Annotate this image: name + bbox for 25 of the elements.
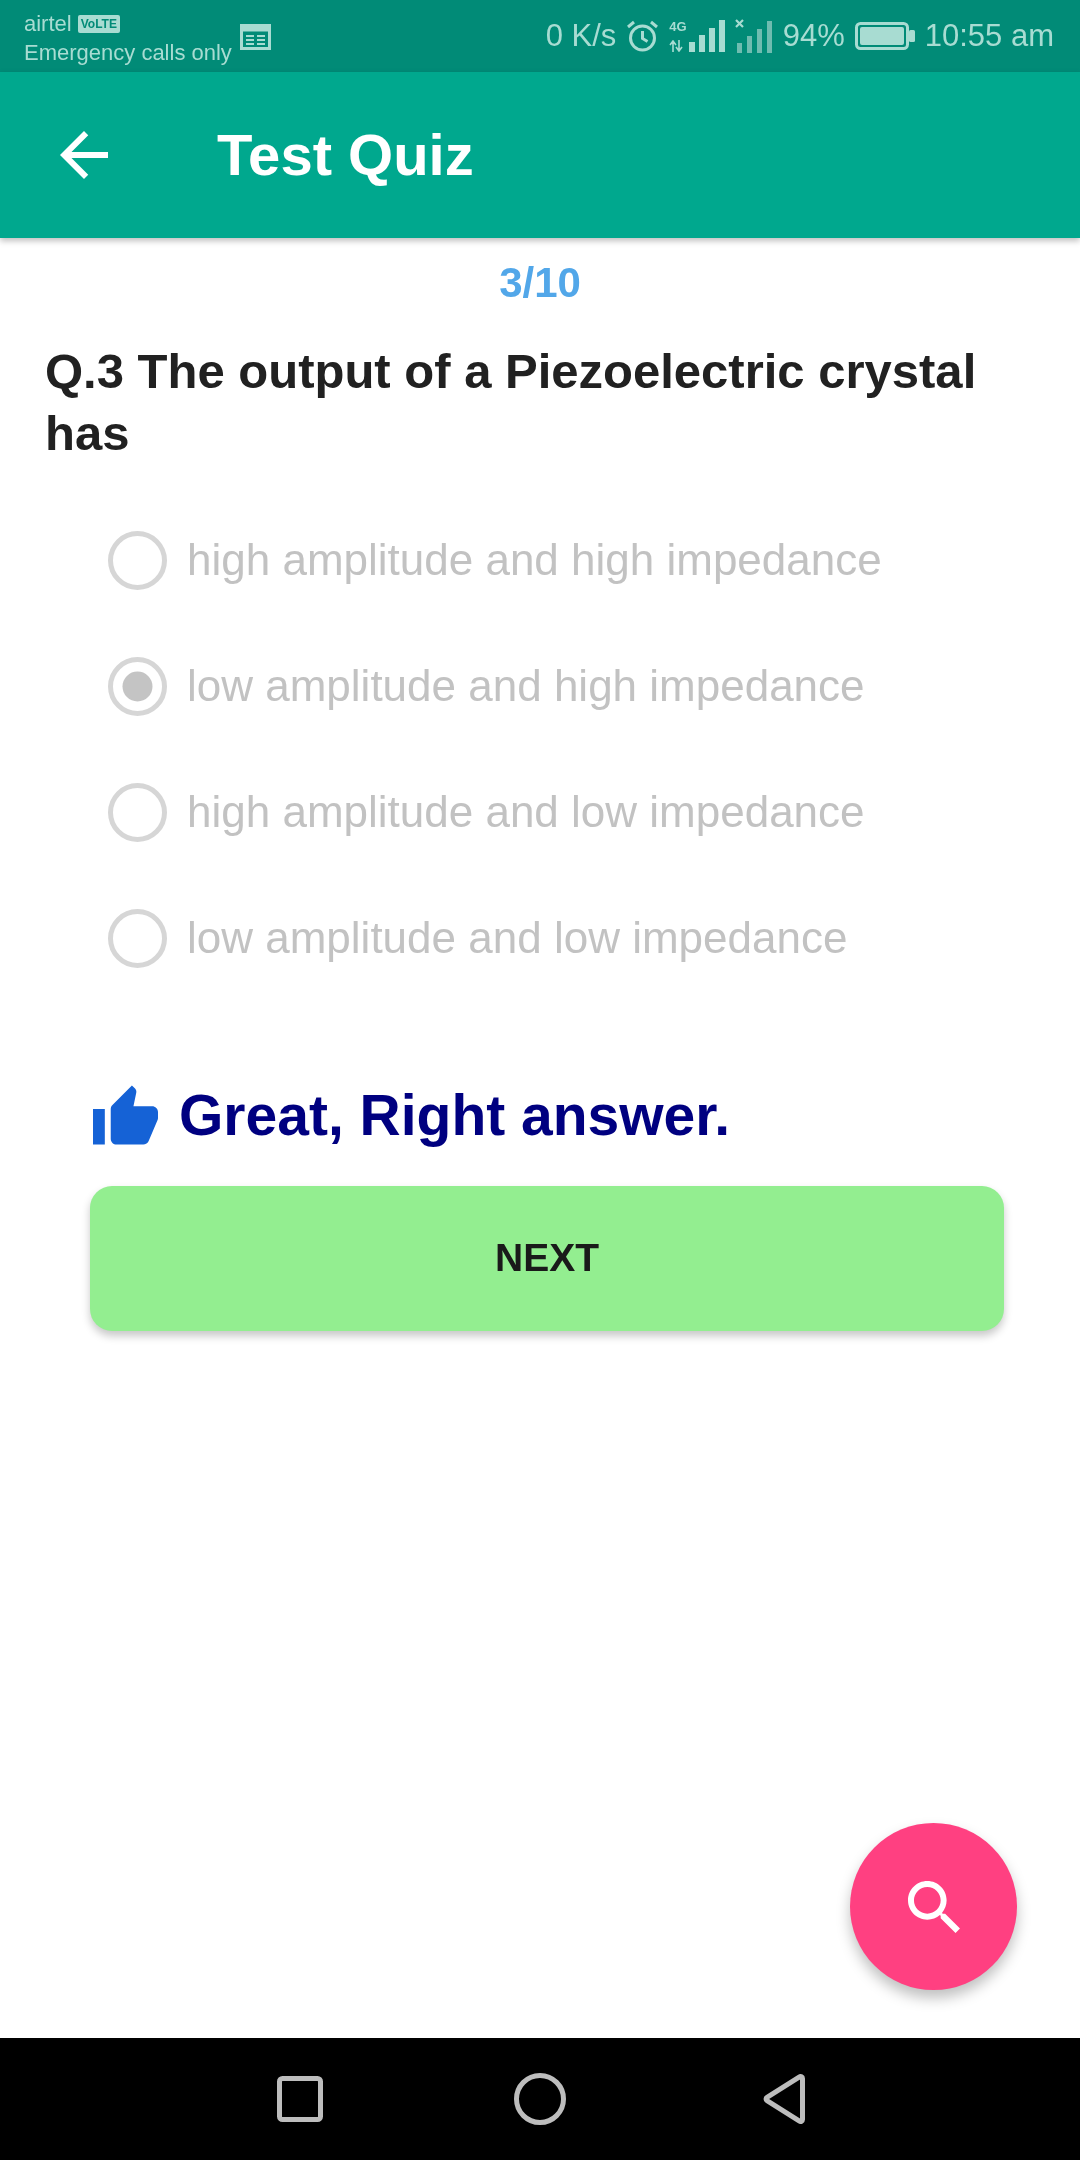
carrier-name: airtel — [24, 11, 72, 37]
calendar-icon — [239, 24, 271, 50]
search-icon — [907, 1880, 960, 1933]
home-icon[interactable] — [514, 2073, 566, 2125]
network-type-label: 4G — [669, 20, 687, 34]
battery-icon — [854, 22, 915, 50]
back-button[interactable] — [60, 131, 108, 179]
feedback-message: Great, Right answer. — [179, 1082, 731, 1149]
clock-time: 10:55 am — [924, 18, 1054, 54]
recent-apps-icon[interactable] — [277, 2076, 323, 2122]
question-text: Q.3 The output of a Piezoelectric crystal has — [45, 343, 978, 462]
screen-title: Test Quiz — [217, 121, 474, 189]
data-arrows-icon — [669, 40, 684, 52]
battery-percent-text: 94% — [782, 18, 845, 54]
no-signal-icon — [734, 19, 773, 53]
next-button[interactable]: NEXT — [90, 1186, 1004, 1331]
alarm-clock-icon — [626, 19, 660, 53]
data-speed-text: 0 K/s — [545, 18, 617, 54]
question-counter: 3/10 — [499, 258, 581, 308]
back-arrow-icon — [60, 131, 108, 179]
emergency-calls-text: Emergency calls only — [24, 39, 232, 67]
back-icon[interactable] — [763, 2074, 807, 2124]
signal-icon — [688, 20, 725, 52]
thumbs-up-icon — [93, 1085, 158, 1145]
network-badge: VoLTE — [77, 15, 120, 33]
